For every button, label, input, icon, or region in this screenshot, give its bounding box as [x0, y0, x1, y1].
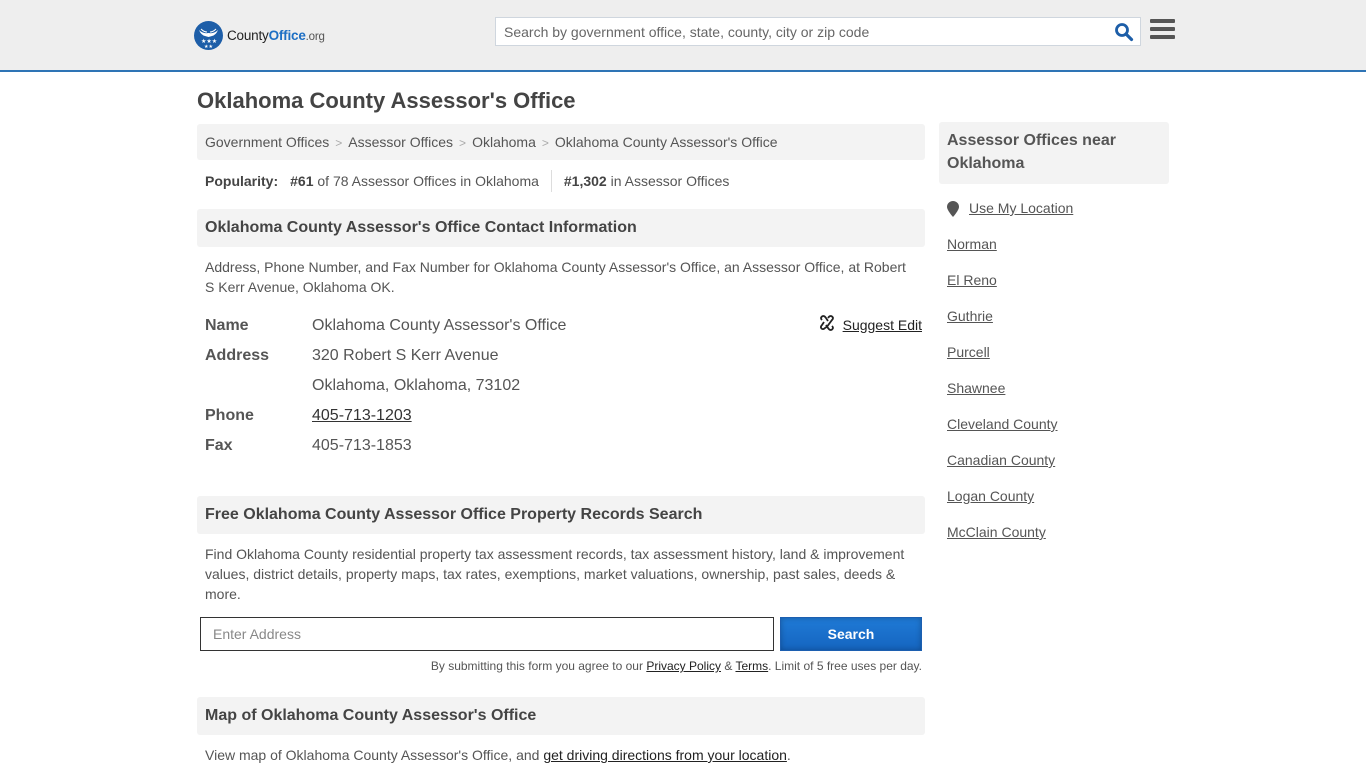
address-search-button[interactable]: Search	[780, 617, 922, 651]
phone-label: Phone	[205, 407, 254, 424]
disclaimer-suffix: . Limit of 5 free uses per day.	[768, 659, 922, 673]
contact-details: Suggest Edit Name Oklahoma County Assesso…	[197, 311, 925, 461]
disclaimer-prefix: By submitting this form you agree to our	[430, 659, 647, 673]
page-title: Oklahoma County Assessor's Office	[197, 88, 576, 113]
menu-bar	[1150, 27, 1175, 31]
list-item: McClain County	[947, 524, 1169, 560]
national-rank-text: in Assessor Offices	[606, 173, 730, 189]
address-row: Address 320 Robert S Kerr Avenue	[205, 341, 917, 371]
site-search-input[interactable]	[496, 18, 1096, 45]
national-rank: #1,302 in Assessor Offices	[564, 173, 730, 202]
breadcrumb-current[interactable]: Oklahoma County Assessor's Office	[555, 134, 778, 150]
terms-link[interactable]: Terms	[735, 659, 768, 673]
address-label: Address	[205, 347, 270, 364]
map-heading: Map of Oklahoma County Assessor's Office	[197, 697, 925, 735]
address-search-form: Search	[197, 617, 925, 651]
nearby-office-link[interactable]: El Reno	[947, 272, 997, 288]
nearby-office-link[interactable]: Guthrie	[947, 308, 993, 324]
records-search-heading: Free Oklahoma County Assessor Office Pro…	[197, 496, 925, 534]
logo-text-suffix: .org	[305, 30, 325, 43]
nearby-office-link[interactable]: Purcell	[947, 344, 990, 360]
contact-info-heading: Oklahoma County Assessor's Office Contac…	[197, 209, 925, 247]
list-item: El Reno	[947, 272, 1169, 308]
map-description-prefix: View map of Oklahoma County Assessor's O…	[205, 747, 544, 763]
nearby-offices-sidebar: Assessor Offices near Oklahoma Use My Lo…	[939, 122, 1169, 560]
breadcrumb: Government Offices > Assessor Offices > Okla…	[197, 124, 925, 160]
suggest-edit[interactable]: Suggest Edit	[819, 315, 922, 334]
phone-link[interactable]: 405-713-1203	[312, 407, 412, 424]
name-value: Oklahoma County Assessor's Office	[312, 317, 567, 334]
sidebar-heading: Assessor Offices near Oklahoma	[939, 122, 1169, 184]
state-rank: #61 of 78 Assessor Offices in Oklahoma	[290, 173, 539, 202]
disclaimer-amp: &	[721, 659, 736, 673]
nearby-office-link[interactable]: Shawnee	[947, 380, 1005, 396]
use-my-location-link[interactable]: Use My Location	[969, 200, 1073, 216]
name-row: Name Oklahoma County Assessor's Office	[205, 311, 917, 341]
popularity-bar: Popularity: #61 of 78 Assessor Offices i…	[197, 160, 925, 202]
nearby-office-link[interactable]: McClain County	[947, 524, 1046, 540]
unlink-icon	[819, 315, 835, 334]
use-my-location[interactable]: Use My Location	[947, 200, 1169, 236]
nearby-office-link[interactable]: Logan County	[947, 488, 1034, 504]
site-header: ★★★ ★★ CountyOffice.org	[0, 0, 1366, 72]
address-input[interactable]	[200, 617, 774, 651]
nearby-office-link[interactable]: Cleveland County	[947, 416, 1058, 432]
list-item: Cleveland County	[947, 416, 1169, 452]
popularity-label: Popularity:	[205, 173, 279, 189]
fax-value: 405-713-1853	[312, 437, 412, 454]
popularity-divider	[550, 170, 552, 192]
form-disclaimer: By submitting this form you agree to our…	[197, 659, 925, 673]
fax-row: Fax 405-713-1853	[205, 431, 917, 461]
breadcrumb-separator: >	[335, 136, 343, 150]
fax-label: Fax	[205, 437, 233, 454]
hamburger-menu-icon[interactable]	[1150, 19, 1175, 41]
list-item: Purcell	[947, 344, 1169, 380]
list-item: Guthrie	[947, 308, 1169, 344]
site-logo[interactable]: ★★★ ★★ CountyOffice.org	[194, 20, 325, 50]
logo-text-primary: County	[227, 27, 269, 43]
list-item: Norman	[947, 236, 1169, 272]
nearby-office-link[interactable]: Norman	[947, 236, 997, 252]
state-rank-text: of 78 Assessor Offices in Oklahoma	[313, 173, 539, 189]
logo-text-accent: Office	[268, 27, 306, 43]
driving-directions-link[interactable]: get driving directions from your locatio…	[543, 747, 787, 763]
state-rank-value: #61	[290, 173, 314, 189]
map-pin-icon	[947, 201, 959, 220]
nearby-office-link[interactable]: Canadian County	[947, 452, 1055, 468]
contact-description: Address, Phone Number, and Fax Number fo…	[205, 259, 906, 295]
menu-bar	[1150, 19, 1175, 23]
map-description: View map of Oklahoma County Assessor's O…	[197, 735, 925, 765]
phone-row: Phone 405-713-1203	[205, 401, 917, 431]
breadcrumb-oklahoma[interactable]: Oklahoma	[472, 134, 536, 150]
address-line1: 320 Robert S Kerr Avenue	[312, 347, 499, 364]
menu-bar	[1150, 35, 1175, 39]
search-icon[interactable]	[1114, 22, 1134, 42]
list-item: Shawnee	[947, 380, 1169, 416]
breadcrumb-separator: >	[541, 136, 549, 150]
records-search-description: Find Oklahoma County residential propert…	[205, 546, 905, 602]
logo-wordmark: CountyOffice.org	[227, 28, 325, 43]
svg-text:★★: ★★	[204, 44, 213, 50]
name-label: Name	[205, 317, 249, 334]
breadcrumb-government-offices[interactable]: Government Offices	[205, 134, 329, 150]
nearby-offices-list: Use My Location Norman El Reno Guthrie P…	[939, 200, 1169, 560]
address-row-2: Oklahoma, Oklahoma, 73102	[205, 371, 917, 401]
privacy-policy-link[interactable]: Privacy Policy	[646, 659, 721, 673]
address-line2: Oklahoma, Oklahoma, 73102	[312, 377, 521, 394]
list-item: Canadian County	[947, 452, 1169, 488]
breadcrumb-assessor-offices[interactable]: Assessor Offices	[348, 134, 453, 150]
site-search	[495, 17, 1141, 46]
suggest-edit-link[interactable]: Suggest Edit	[843, 317, 922, 333]
main-content: Government Offices > Assessor Offices > Okla…	[197, 124, 925, 765]
map-description-suffix: .	[786, 747, 791, 763]
list-item: Logan County	[947, 488, 1169, 524]
eagle-stars-logo-icon: ★★★ ★★	[194, 20, 223, 50]
breadcrumb-separator: >	[459, 136, 467, 150]
national-rank-value: #1,302	[563, 173, 607, 189]
